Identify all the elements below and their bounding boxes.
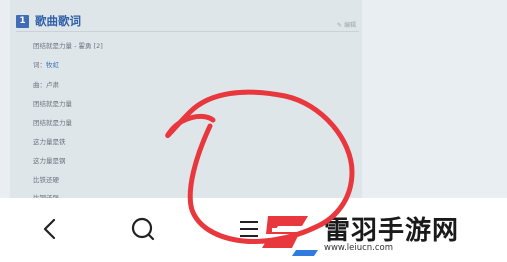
lyric-line: 词：牧虹 xyxy=(33,59,59,69)
watermark: 雷羽手游网 www.leiucn.com xyxy=(258,208,507,262)
section-number-badge: 1 xyxy=(16,14,29,28)
section-title: 歌曲歌词 xyxy=(35,14,81,28)
back-button[interactable] xyxy=(35,212,65,246)
page-content: 1 歌曲歌词 ✎ 编辑 团结就是力量 - 霍勇 [2] 词：牧虹 曲：卢肃 团结… xyxy=(0,0,507,202)
lyricist-label: 词： xyxy=(33,61,46,69)
edit-link[interactable]: ✎ 编辑 xyxy=(337,20,356,29)
search-button[interactable] xyxy=(128,212,158,246)
site-logo-icon xyxy=(262,216,318,256)
lyric-line: 团结就是力量 - 霍勇 [2] xyxy=(33,42,103,50)
lyric-line: 这力量是钢 xyxy=(33,157,66,165)
lyric-line: 比铁还硬 xyxy=(33,176,59,184)
edit-label: 编辑 xyxy=(343,22,356,29)
section-divider xyxy=(16,31,359,32)
watermark-site-name: 雷羽手游网 xyxy=(324,216,460,246)
lyric-line: 曲：卢肃 xyxy=(33,81,59,89)
lyric-line: 团结就是力量 xyxy=(33,119,72,127)
pencil-icon: ✎ xyxy=(337,22,343,29)
lyricist-link[interactable]: 牧虹 xyxy=(46,61,59,69)
section-heading: 1 歌曲歌词 xyxy=(16,13,81,29)
screen: 1 歌曲歌词 ✎ 编辑 团结就是力量 - 霍勇 [2] 词：牧虹 曲：卢肃 团结… xyxy=(0,0,507,262)
menu-icon xyxy=(240,221,258,237)
search-icon xyxy=(131,217,155,241)
chevron-left-icon xyxy=(43,218,56,240)
lyric-line: 团结就是力量 xyxy=(33,100,72,108)
lyric-line: 这力量是铁 xyxy=(33,138,66,146)
watermark-url: www.leiucn.com xyxy=(324,243,394,253)
